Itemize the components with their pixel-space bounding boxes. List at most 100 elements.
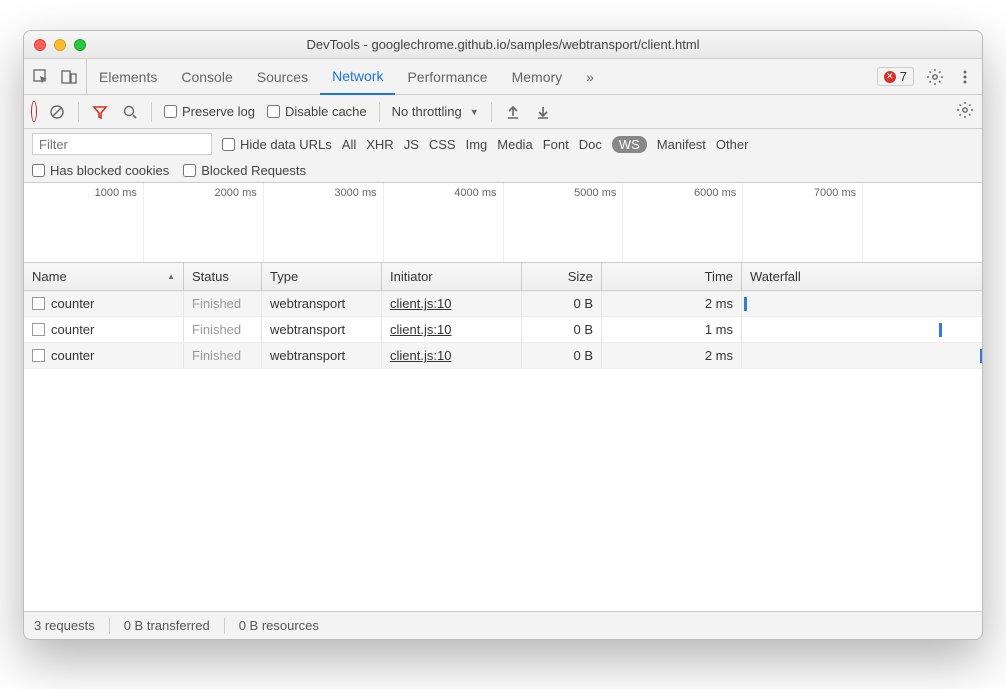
tab-sources[interactable]: Sources xyxy=(245,59,320,95)
record-button[interactable] xyxy=(32,104,36,119)
row-name: counter xyxy=(51,322,94,337)
grid-header: Name▲ Status Type Initiator Size Time Wa… xyxy=(24,263,982,291)
row-waterfall xyxy=(742,317,982,342)
col-time[interactable]: Time xyxy=(602,263,742,290)
network-grid: Name▲ Status Type Initiator Size Time Wa… xyxy=(24,263,982,611)
timeline-tick: 1000 ms xyxy=(24,183,144,262)
filter-type-css[interactable]: CSS xyxy=(429,137,456,152)
filter-type-doc[interactable]: Doc xyxy=(579,137,602,152)
tab-console[interactable]: Console xyxy=(169,59,244,95)
filter-type-font[interactable]: Font xyxy=(543,137,569,152)
table-row[interactable]: counter Finishedwebtransportclient.js:100… xyxy=(24,317,982,343)
error-icon: ✕ xyxy=(884,71,896,83)
row-size: 0 B xyxy=(522,291,602,316)
disable-cache-checkbox[interactable]: Disable cache xyxy=(267,104,367,119)
tab-elements[interactable]: Elements xyxy=(87,59,169,95)
row-time: 2 ms xyxy=(602,343,742,368)
row-waterfall xyxy=(742,291,982,316)
timeline-tick: 5000 ms xyxy=(504,183,624,262)
chevron-down-icon: ▼ xyxy=(470,107,479,117)
status-bar: 3 requests 0 B transferred 0 B resources xyxy=(24,611,982,639)
filter-type-manifest[interactable]: Manifest xyxy=(657,137,706,152)
filter-input[interactable] xyxy=(32,133,212,155)
row-status: Finished xyxy=(184,317,262,342)
table-row[interactable]: counterFinishedwebtransportclient.js:100… xyxy=(24,343,982,369)
timeline-tick: 6000 ms xyxy=(623,183,743,262)
row-time: 2 ms xyxy=(602,291,742,316)
status-resources: 0 B resources xyxy=(239,618,319,633)
preserve-log-label: Preserve log xyxy=(182,104,255,119)
tab-memory[interactable]: Memory xyxy=(500,59,575,95)
col-name[interactable]: Name▲ xyxy=(24,263,184,290)
col-size[interactable]: Size xyxy=(522,263,602,290)
row-type: webtransport xyxy=(262,343,382,368)
row-checkbox[interactable] xyxy=(32,349,45,362)
row-status: Finished xyxy=(184,343,262,368)
hide-data-urls-checkbox[interactable]: Hide data URLs xyxy=(222,137,332,152)
filter-bar: Hide data URLs All XHR JS CSS Img Media Font Do… xyxy=(24,129,982,183)
row-time: 1 ms xyxy=(602,317,742,342)
settings-icon[interactable] xyxy=(926,68,944,86)
network-toolbar: Preserve log Disable cache No throttling… xyxy=(24,95,982,129)
timeline-tick: 2000 ms xyxy=(144,183,264,262)
blocked-requests-label: Blocked Requests xyxy=(201,163,306,178)
filter-type-xhr[interactable]: XHR xyxy=(366,137,393,152)
blocked-cookies-label: Has blocked cookies xyxy=(50,163,169,178)
preserve-log-checkbox[interactable]: Preserve log xyxy=(164,104,255,119)
panel-tabbar: ElementsConsoleSourcesNetworkPerformance… xyxy=(24,59,982,95)
filter-type-js[interactable]: JS xyxy=(404,137,419,152)
row-type: webtransport xyxy=(262,317,382,342)
row-initiator[interactable]: client.js:10 xyxy=(382,291,522,316)
filter-type-ws[interactable]: WS xyxy=(612,136,647,153)
row-waterfall xyxy=(742,343,982,368)
devtools-window: DevTools - googlechrome.github.io/sample… xyxy=(23,30,983,640)
row-initiator[interactable]: client.js:10 xyxy=(382,317,522,342)
clear-icon[interactable] xyxy=(48,103,66,121)
hide-data-urls-label: Hide data URLs xyxy=(240,137,332,152)
filter-type-all[interactable]: All xyxy=(342,137,356,152)
col-initiator[interactable]: Initiator xyxy=(382,263,522,290)
row-initiator[interactable]: client.js:10 xyxy=(382,343,522,368)
network-settings-icon[interactable] xyxy=(956,101,974,119)
disable-cache-label: Disable cache xyxy=(285,104,367,119)
filter-type-media[interactable]: Media xyxy=(497,137,532,152)
device-toolbar-icon[interactable] xyxy=(60,68,78,86)
filter-types: All XHR JS CSS Img Media Font Doc WS Manifest Othe… xyxy=(342,136,749,153)
blocked-requests-checkbox[interactable]: Blocked Requests xyxy=(183,163,306,178)
filter-type-other[interactable]: Other xyxy=(716,137,749,152)
tab-performance[interactable]: Performance xyxy=(395,59,499,95)
row-size: 0 B xyxy=(522,317,602,342)
row-name: counter xyxy=(51,348,94,363)
filter-type-img[interactable]: Img xyxy=(466,137,488,152)
row-type: webtransport xyxy=(262,291,382,316)
sort-asc-icon: ▲ xyxy=(167,272,175,281)
col-type[interactable]: Type xyxy=(262,263,382,290)
search-icon[interactable] xyxy=(121,103,139,121)
row-checkbox[interactable] xyxy=(32,323,45,336)
panel-tabs: ElementsConsoleSourcesNetworkPerformance… xyxy=(87,59,574,94)
error-count-badge[interactable]: ✕ 7 xyxy=(877,67,914,86)
upload-har-icon[interactable] xyxy=(504,103,522,121)
row-status: Finished xyxy=(184,291,262,316)
throttling-select[interactable]: No throttling ▼ xyxy=(392,104,479,119)
kebab-menu-icon[interactable] xyxy=(956,68,974,86)
inspect-element-icon[interactable] xyxy=(32,68,50,86)
timeline-tick: 3000 ms xyxy=(264,183,384,262)
blocked-cookies-checkbox[interactable]: Has blocked cookies xyxy=(32,163,169,178)
filter-icon[interactable] xyxy=(91,103,109,121)
download-har-icon[interactable] xyxy=(534,103,552,121)
row-checkbox[interactable] xyxy=(32,297,45,310)
timeline-overview[interactable]: 1000 ms2000 ms3000 ms4000 ms5000 ms6000 … xyxy=(24,183,982,263)
col-waterfall[interactable]: Waterfall xyxy=(742,263,982,290)
status-transferred: 0 B transferred xyxy=(124,618,210,633)
inspect-controls xyxy=(24,59,87,94)
titlebar: DevTools - googlechrome.github.io/sample… xyxy=(24,31,982,59)
col-status[interactable]: Status xyxy=(184,263,262,290)
grid-body: counterFinishedwebtransportclient.js:100… xyxy=(24,291,982,611)
error-count: 7 xyxy=(900,69,907,84)
tab-network[interactable]: Network xyxy=(320,59,395,95)
timeline-tick: 4000 ms xyxy=(384,183,504,262)
more-tabs-button[interactable]: » xyxy=(574,59,606,95)
table-row[interactable]: counterFinishedwebtransportclient.js:100… xyxy=(24,291,982,317)
window-title: DevTools - googlechrome.github.io/sample… xyxy=(24,37,982,52)
